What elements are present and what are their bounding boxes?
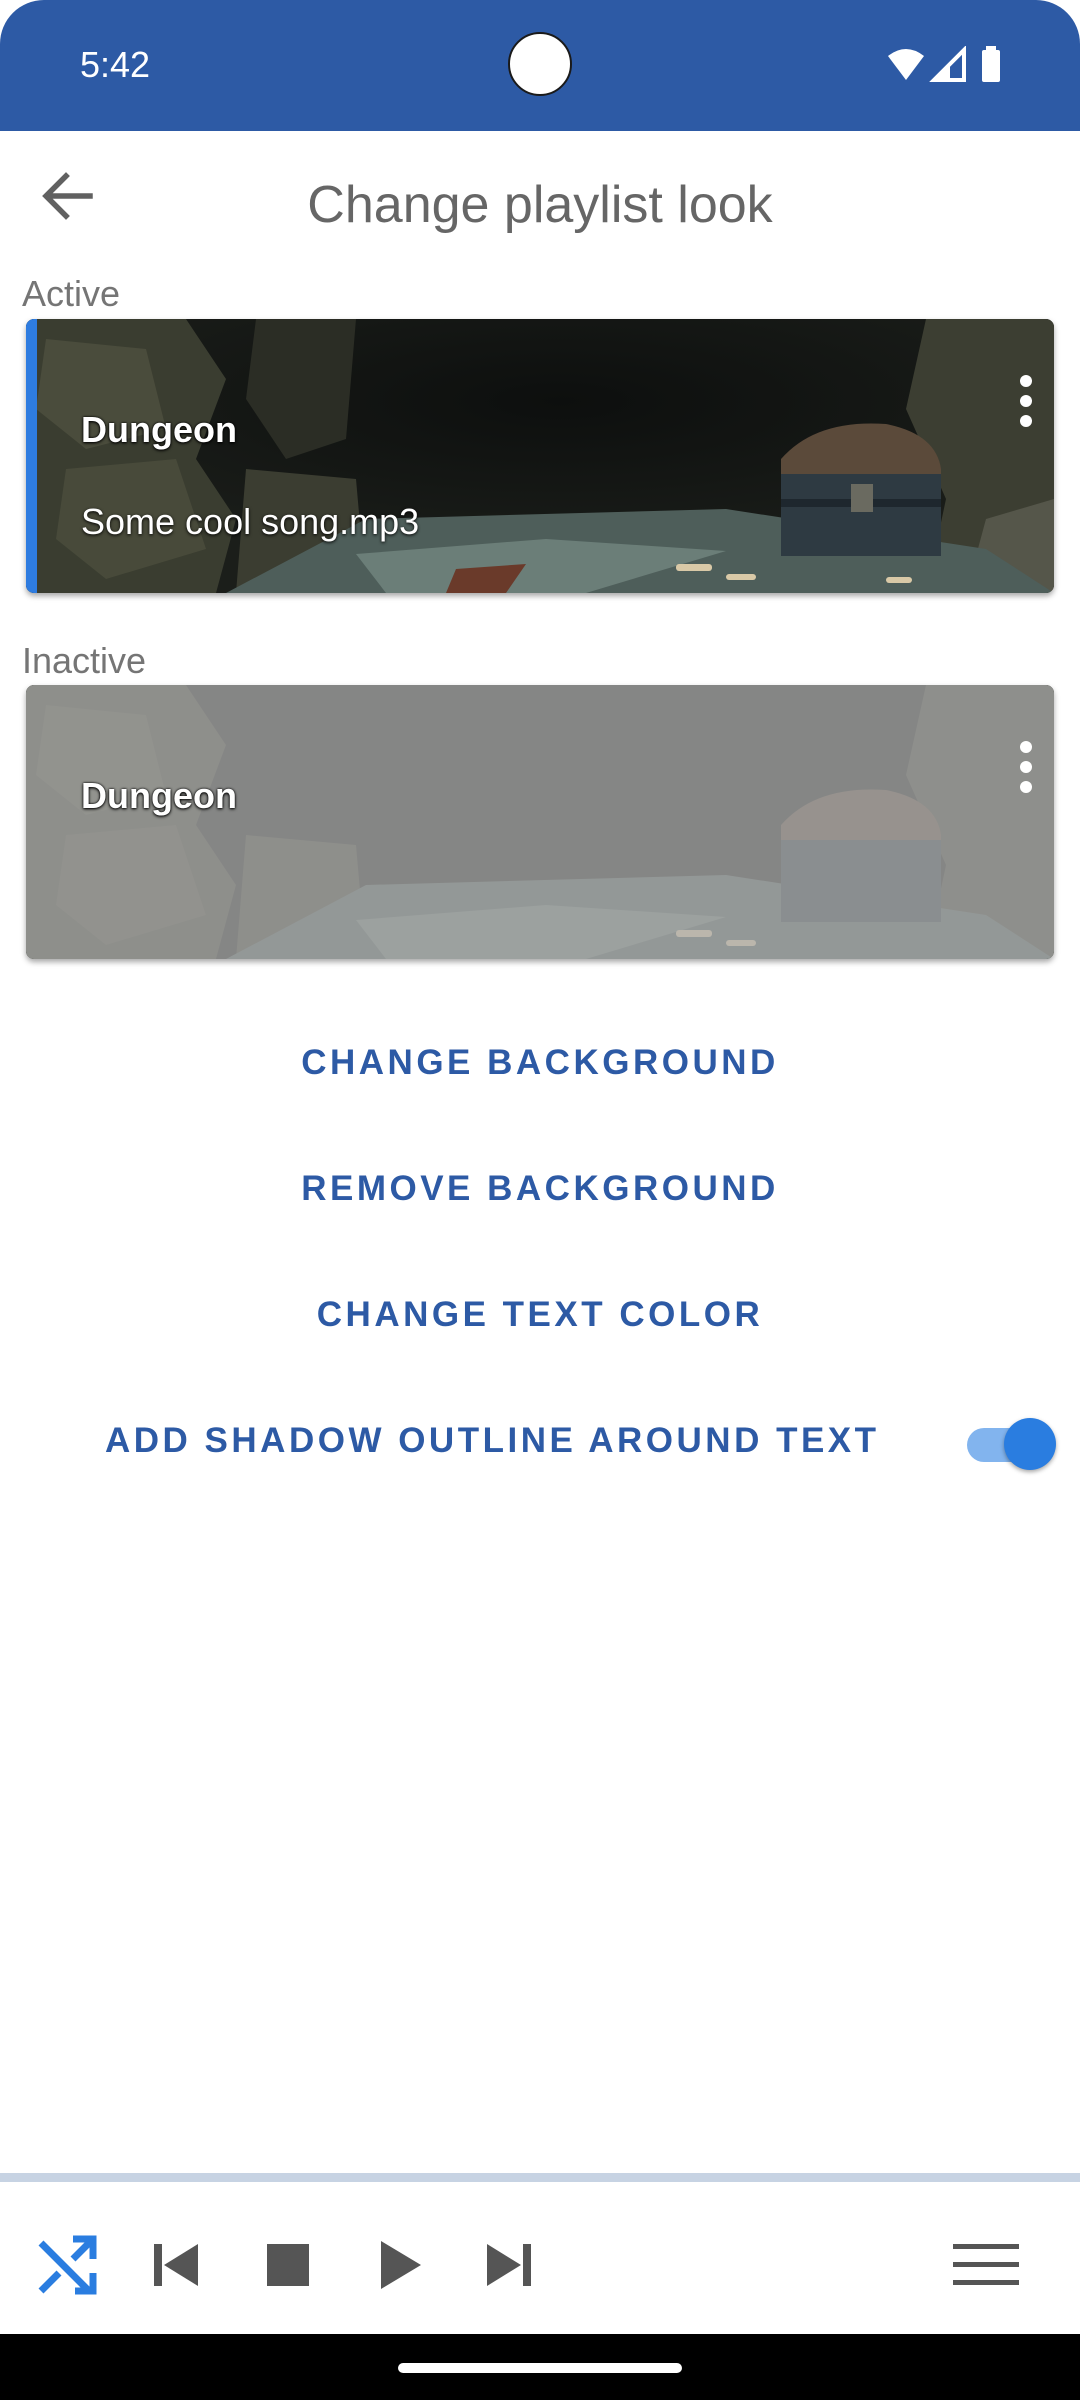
playlist-title: Dungeon [81, 775, 237, 816]
toggle-thumb [1004, 1418, 1056, 1470]
dungeon-background-image [26, 319, 1054, 593]
shuffle-button[interactable] [32, 2230, 102, 2300]
shadow-outline-label[interactable]: ADD SHADOW OUTLINE AROUND TEXT [105, 1421, 880, 1461]
active-indicator-bar [26, 319, 37, 593]
home-gesture-handle[interactable] [398, 2363, 682, 2373]
status-icons [888, 46, 1000, 82]
wifi-icon [888, 49, 924, 80]
next-button[interactable] [473, 2230, 543, 2300]
shuffle-icon [38, 2235, 97, 2295]
play-button[interactable] [365, 2230, 435, 2300]
camera-cutout [508, 32, 572, 96]
change-background-button[interactable]: CHANGE BACKGROUND [0, 1043, 1080, 1083]
playback-progress-bar[interactable] [0, 2173, 1080, 2182]
skip-next-icon [487, 2244, 531, 2286]
active-section-label: Active [22, 273, 121, 314]
previous-button[interactable] [142, 2230, 212, 2300]
change-text-color-button[interactable]: CHANGE TEXT COLOR [0, 1295, 1080, 1335]
current-song: Some cool song.mp3 [81, 501, 420, 542]
stop-icon [267, 2244, 309, 2286]
playlist-card-inactive[interactable]: Dungeon [26, 685, 1054, 959]
playlist-card-active[interactable]: Dungeon Some cool song.mp3 [26, 319, 1054, 593]
remove-background-button[interactable]: REMOVE BACKGROUND [0, 1169, 1080, 1209]
shadow-outline-toggle[interactable] [962, 1412, 1056, 1474]
status-time: 5:42 [80, 44, 151, 85]
menu-icon [953, 2244, 1019, 2285]
skip-previous-icon [154, 2244, 198, 2286]
inactive-section-label: Inactive [22, 640, 147, 681]
page-title: Change playlist look [307, 176, 773, 234]
battery-icon [982, 46, 1000, 82]
more-options-button[interactable] [1006, 371, 1046, 431]
more-options-button[interactable] [1006, 737, 1046, 797]
play-icon [381, 2241, 421, 2289]
playlist-menu-button[interactable] [951, 2230, 1021, 2300]
treasure-chest [781, 423, 941, 556]
playlist-title: Dungeon [81, 409, 237, 450]
more-vertical-icon [1020, 741, 1032, 793]
stop-button[interactable] [253, 2230, 323, 2300]
inactive-dim-overlay [26, 685, 1054, 959]
signal-icon [929, 46, 966, 82]
more-vertical-icon [1020, 375, 1032, 427]
